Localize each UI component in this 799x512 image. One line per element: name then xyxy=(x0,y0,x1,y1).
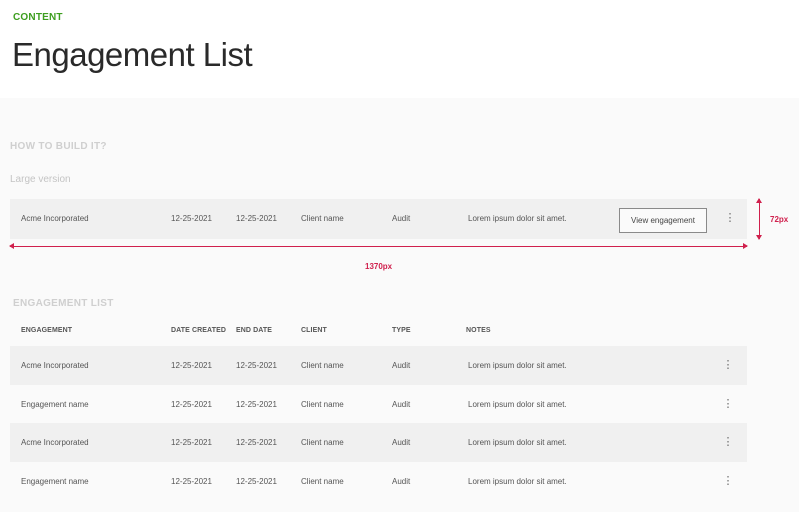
column-header-client: CLIENT xyxy=(301,327,327,334)
end-date: 12-25-2021 xyxy=(236,400,277,409)
notes: Lorem ipsum dolor sit amet. xyxy=(468,477,567,486)
end-date: 12-25-2021 xyxy=(236,361,277,370)
date-created: 12-25-2021 xyxy=(171,477,212,486)
notes: Lorem ipsum dolor sit amet. xyxy=(468,361,567,370)
kebab-menu-icon[interactable]: ⋮ xyxy=(721,462,735,501)
end-date: 12-25-2021 xyxy=(236,438,277,447)
how-to-heading: HOW TO BUILD IT? xyxy=(10,141,107,152)
engagement-type: Audit xyxy=(392,214,411,223)
table-row[interactable]: Engagement name 12-25-2021 12-25-2021 Cl… xyxy=(10,385,747,424)
date-created: 12-25-2021 xyxy=(171,438,212,447)
client-name: Client name xyxy=(301,400,344,409)
table-row[interactable]: Acme Incorporated 12-25-2021 12-25-2021 … xyxy=(10,423,747,462)
end-date: 12-25-2021 xyxy=(236,214,277,223)
client-name: Client name xyxy=(301,214,344,223)
table-row[interactable]: Acme Incorporated 12-25-2021 12-25-2021 … xyxy=(10,346,747,385)
engagement-name: Engagement name xyxy=(21,400,89,409)
client-name: Client name xyxy=(301,438,344,447)
spec-panel: HOW TO BUILD IT? Large version Acme Inco… xyxy=(0,98,799,512)
page-title: Engagement List xyxy=(12,36,253,73)
kebab-menu-icon[interactable]: ⋮ xyxy=(721,423,735,462)
engagement-type: Audit xyxy=(392,400,411,409)
notes: Lorem ipsum dolor sit amet. xyxy=(468,400,567,409)
engagement-name: Engagement name xyxy=(21,477,89,486)
client-name: Client name xyxy=(301,477,344,486)
kebab-menu-icon[interactable]: ⋮ xyxy=(721,346,735,385)
date-created: 12-25-2021 xyxy=(171,214,212,223)
sample-row[interactable]: Acme Incorporated 12-25-2021 12-25-2021 … xyxy=(10,199,747,239)
column-header-type: TYPE xyxy=(392,327,411,334)
height-measure-line xyxy=(756,198,762,240)
column-header-end-date: END DATE xyxy=(236,327,273,334)
end-date: 12-25-2021 xyxy=(236,477,277,486)
table-row[interactable]: Engagement name 12-25-2021 12-25-2021 Cl… xyxy=(10,462,747,501)
client-name: Client name xyxy=(301,361,344,370)
engagement-type: Audit xyxy=(392,438,411,447)
kebab-menu-icon[interactable]: ⋮ xyxy=(723,199,737,238)
height-measure-label: 72px xyxy=(770,215,789,224)
engagement-name: Acme Incorporated xyxy=(21,438,89,447)
engagement-name: Acme Incorporated xyxy=(21,214,89,223)
width-measure-line xyxy=(9,243,748,249)
date-created: 12-25-2021 xyxy=(171,400,212,409)
view-engagement-button[interactable]: View engagement xyxy=(619,208,707,233)
section-eyebrow: CONTENT xyxy=(13,12,63,23)
column-header-notes: NOTES xyxy=(466,327,491,334)
column-header-engagement: ENGAGEMENT xyxy=(21,327,73,334)
kebab-menu-icon[interactable]: ⋮ xyxy=(721,385,735,424)
width-measure-label: 1370px xyxy=(365,262,393,271)
notes: Lorem ipsum dolor sit amet. xyxy=(468,438,567,447)
engagement-name: Acme Incorporated xyxy=(21,361,89,370)
engagement-type: Audit xyxy=(392,361,411,370)
date-created: 12-25-2021 xyxy=(171,361,212,370)
column-header-date-created: DATE CREATED xyxy=(171,327,226,334)
engagement-list-heading: ENGAGEMENT LIST xyxy=(13,298,114,309)
engagement-type: Audit xyxy=(392,477,411,486)
large-version-label: Large version xyxy=(10,174,71,185)
notes: Lorem ipsum dolor sit amet. xyxy=(468,214,567,223)
